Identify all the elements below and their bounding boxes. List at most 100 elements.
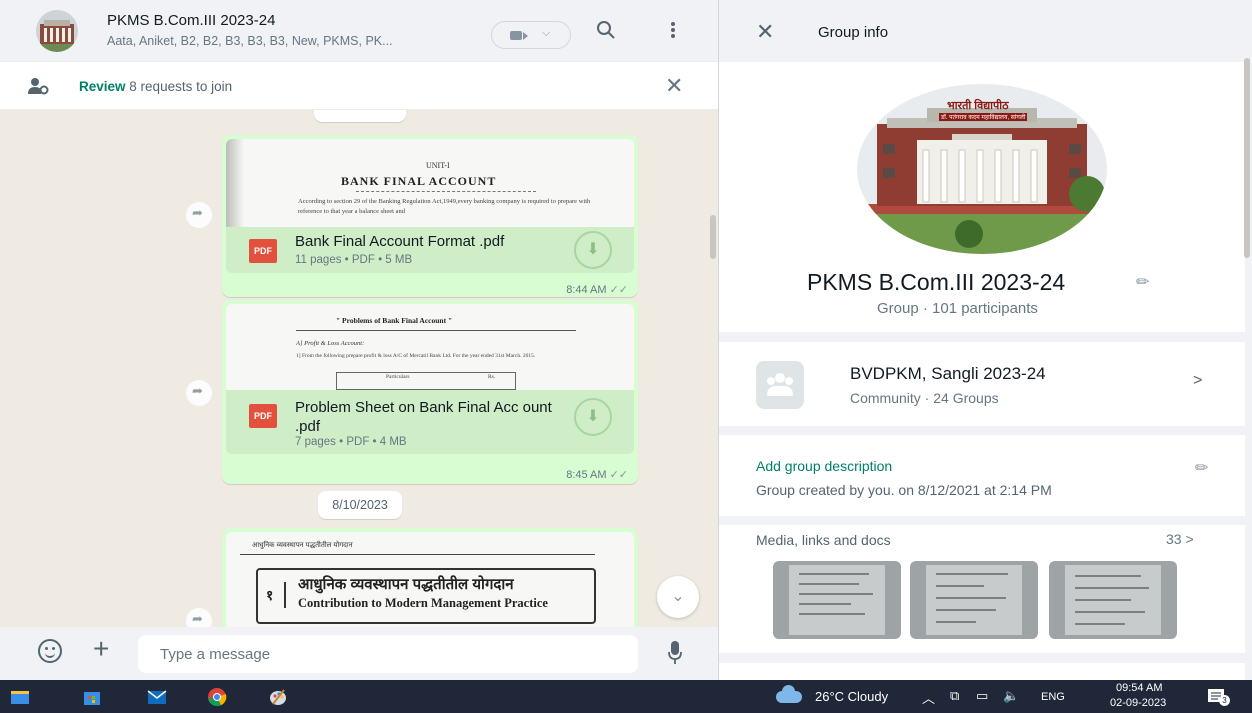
document-preview-2[interactable]: " Problems of Bank Final Account " A] Pr… <box>226 304 634 390</box>
group-participants[interactable]: Group · 101 participants <box>877 300 1038 317</box>
community-meta: Community · 24 Groups <box>850 390 999 406</box>
network-icon[interactable]: ▭ <box>976 688 988 704</box>
chat-participants[interactable]: Aata, Aniket, B2, B2, B3, B3, B3, New, P… <box>107 34 393 48</box>
join-requests-bar[interactable]: Review 8 requests to join ✕ <box>0 62 718 110</box>
video-call-icon <box>510 31 528 40</box>
chat-header[interactable]: PKMS B.Com.III 2023-24 Aata, Aniket, B2,… <box>0 0 718 62</box>
chevron-down-icon: ⌵ <box>542 27 551 39</box>
group-created-text: Group created by you. on 8/12/2021 at 2:… <box>756 482 1052 498</box>
close-icon[interactable]: ✕ <box>756 19 774 45</box>
add-description-link[interactable]: Add group description <box>756 458 892 474</box>
group-photo[interactable]: भारती विद्यापीठ डॉ. पतंगराव कदम महाविद्य… <box>857 84 1107 254</box>
seal-subtext: डॉ. पतंगराव कदम महाविद्यालय, सांगली <box>939 113 1028 121</box>
volume-icon[interactable]: 🔈 <box>1003 688 1019 704</box>
windows-taskbar: 26°C Cloudy ︿ ⧉ ▭ 🔈 ENG 09:54 AM 02-09-2… <box>0 680 1252 713</box>
store-icon[interactable] <box>82 687 102 707</box>
community-icon <box>756 361 804 409</box>
chevron-right-icon: > <box>1185 531 1194 547</box>
preview-shadow <box>226 139 244 227</box>
plus-icon[interactable]: + <box>93 634 109 664</box>
preview-rule <box>296 330 576 331</box>
paint-icon[interactable] <box>268 687 288 707</box>
message-bubble-3[interactable]: आधुनिक व्यवस्थापन पद्धतीतील योगदान १ आधु… <box>222 528 638 627</box>
chevron-right-icon[interactable]: > <box>1193 372 1202 390</box>
weather-text[interactable]: 26°C Cloudy <box>815 689 888 704</box>
forward-icon[interactable] <box>186 380 212 406</box>
scroll-to-bottom-button[interactable]: ⌄ <box>657 576 699 618</box>
emoji-icon[interactable] <box>38 639 62 663</box>
preview-header: आधुनिक व्यवस्थापन पद्धतीतील योगदान <box>252 542 353 549</box>
cloud-icon[interactable] <box>776 685 802 703</box>
close-icon[interactable]: ✕ <box>665 73 683 99</box>
download-icon[interactable]: ⬇ <box>574 231 612 269</box>
menu-icon[interactable] <box>670 20 676 44</box>
file-name[interactable]: Bank Final Account Format .pdf <box>295 232 504 251</box>
date-separator-partial <box>314 110 406 122</box>
document-file-1[interactable]: PDF Bank Final Account Format .pdf 11 pa… <box>226 227 634 273</box>
preview-sub: A] Profit & Loss Account: <box>296 340 365 347</box>
media-links-docs-label[interactable]: Media, links and docs <box>756 532 891 548</box>
pencil-icon[interactable]: ✏ <box>1136 272 1149 292</box>
whatsapp-window: PKMS B.Com.III 2023-24 Aata, Aniket, B2,… <box>0 0 1252 713</box>
document-thumbnail-page <box>926 565 1022 635</box>
preview-heading: BANK FINAL ACCOUNT <box>341 174 497 188</box>
message-time: 8:45 AM ✓✓ <box>566 468 628 481</box>
review-link[interactable]: Review <box>79 79 126 94</box>
chat-title[interactable]: PKMS B.Com.III 2023-24 <box>107 12 275 29</box>
pdf-icon: PDF <box>249 239 277 263</box>
media-count-value: 33 <box>1166 531 1182 547</box>
media-thumbnail[interactable] <box>773 561 901 639</box>
community-name[interactable]: BVDPKM, Sangli 2023-24 <box>850 364 1046 384</box>
tray-chevron-up-icon[interactable]: ︿ <box>922 688 935 707</box>
clock-time[interactable]: 09:54 AM <box>1116 682 1162 694</box>
group-info-header: ✕ Group info <box>719 0 1252 62</box>
info-scrollbar[interactable] <box>1244 58 1250 258</box>
community-row[interactable]: BVDPKM, Sangli 2023-24 Community · 24 Gr… <box>719 342 1245 426</box>
preview-body: 1] From the following prepare profit & l… <box>296 353 536 359</box>
read-ticks-icon: ✓✓ <box>609 469 628 481</box>
preview-title-mr: आधुनिक व्यवस्थापन पद्धतीतील योगदान <box>298 576 514 593</box>
chat-scrollbar[interactable] <box>710 215 716 259</box>
video-call-button[interactable]: ⌵ <box>491 21 571 49</box>
search-icon[interactable] <box>596 20 616 44</box>
message-list[interactable]: UNIT-I BANK FINAL ACCOUNT According to s… <box>0 110 718 627</box>
preview-body: According to section 29 of the Banking R… <box>298 198 591 215</box>
download-icon[interactable]: ⬇ <box>574 398 612 436</box>
review-count-text: 8 requests to join <box>129 79 233 94</box>
forward-icon[interactable] <box>186 202 212 228</box>
preview-rule <box>356 191 536 192</box>
review-requests-text[interactable]: Review 8 requests to join <box>79 79 232 94</box>
notification-count: 3 <box>1219 695 1230 706</box>
document-preview-1[interactable]: UNIT-I BANK FINAL ACCOUNT According to s… <box>226 139 634 227</box>
preview-rule <box>240 554 595 555</box>
file-meta: 7 pages • PDF • 4 MB <box>295 436 407 448</box>
info-next-section <box>719 663 1245 680</box>
message-time-text: 8:45 AM <box>566 469 607 481</box>
message-input[interactable] <box>138 635 638 673</box>
file-explorer-icon[interactable] <box>10 687 30 707</box>
mail-icon[interactable] <box>147 687 167 707</box>
language-indicator[interactable]: ENG <box>1041 691 1065 703</box>
media-count[interactable]: 33 > <box>1166 531 1194 547</box>
file-name[interactable]: Problem Sheet on Bank Final Acc ount .pd… <box>295 398 565 436</box>
media-thumbnail[interactable] <box>1049 561 1177 639</box>
media-thumbnail[interactable] <box>910 561 1038 639</box>
chrome-icon[interactable] <box>207 687 227 707</box>
document-preview-3[interactable]: आधुनिक व्यवस्थापन पद्धतीतील योगदान १ आधु… <box>226 532 634 627</box>
pencil-icon[interactable]: ✏ <box>1195 458 1208 478</box>
message-bubble-2[interactable]: " Problems of Bank Final Account " A] Pr… <box>222 300 638 484</box>
document-file-2[interactable]: PDF Problem Sheet on Bank Final Acc ount… <box>226 390 634 454</box>
message-bubble-1[interactable]: UNIT-I BANK FINAL ACCOUNT According to s… <box>222 135 638 297</box>
description-card: Add group description ✏ Group created by… <box>719 435 1245 653</box>
forward-icon[interactable] <box>186 608 212 627</box>
clock-date[interactable]: 02-09-2023 <box>1110 697 1166 709</box>
mic-icon[interactable] <box>668 641 682 665</box>
meet-now-icon[interactable]: ⧉ <box>950 688 959 704</box>
notification-icon[interactable]: 3 <box>1207 687 1230 707</box>
preview-chapter-number: १ <box>266 587 274 603</box>
chevron-down-icon: ⌄ <box>671 588 685 605</box>
document-thumbnail-page <box>789 565 885 635</box>
group-avatar[interactable] <box>36 10 78 52</box>
group-info-title: Group info <box>818 24 889 41</box>
group-profile-card: भारती विद्यापीठ डॉ. पतंगराव कदम महाविद्य… <box>719 62 1245 332</box>
